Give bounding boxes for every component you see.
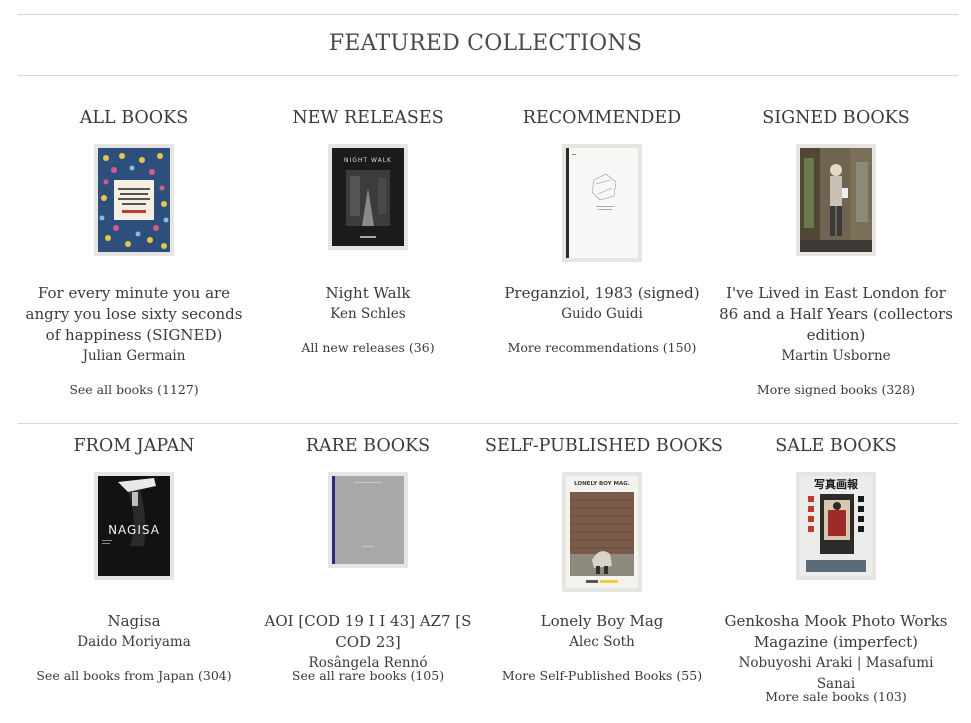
book-cover[interactable]: NIGHT WALK [328, 144, 408, 250]
book-title[interactable]: Lonely Boy Mag [541, 612, 664, 630]
svg-text:写真画報: 写真画報 [814, 477, 859, 491]
book-title-link[interactable]: Genkosha Mook Photo Works Magazine (impe… [719, 611, 953, 695]
collection-all-books: ALL BOOKS For every minute you are angry… [17, 106, 251, 406]
see-all-rare-books-link[interactable]: See all rare books (105) [251, 668, 485, 683]
book-title[interactable]: I've Lived in East London for 86 and a H… [719, 284, 953, 344]
collection-rare-books: RARE BOOKS AOI [COD 19 I I 43] AZ7 [S CO… [251, 434, 485, 723]
collection-sale-books: SALE BOOKS 写真画報 Genkosha Mook Photo Work… [719, 434, 953, 723]
book-cover[interactable] [796, 144, 876, 256]
book-title[interactable]: Night Walk [326, 284, 411, 302]
all-new-releases-link[interactable]: All new releases (36) [251, 340, 485, 355]
collection-self-published-books: SELF-PUBLISHED BOOKS LONELY BOY MAG. Lon… [485, 434, 723, 723]
book-author: Ken Schles [330, 306, 406, 322]
collection-from-japan: FROM JAPAN NAGISA Nagisa Daido Moriyama … [17, 434, 251, 723]
section-title: FEATURED COLLECTIONS [328, 31, 643, 56]
nagisa-book-cover-icon: NAGISA [98, 476, 170, 576]
collection-heading[interactable]: RARE BOOKS [251, 434, 485, 458]
see-all-books-from-japan-link[interactable]: See all books from Japan (304) [17, 668, 251, 683]
more-self-published-books-link[interactable]: More Self-Published Books (55) [485, 668, 719, 683]
book-author: Daido Moriyama [77, 634, 191, 650]
collection-heading[interactable]: SELF-PUBLISHED BOOKS [485, 434, 723, 458]
collection-recommended: RECOMMENDED Preganziol, 1983 (signed) Gu… [485, 106, 719, 406]
book-title-link[interactable]: Night Walk Ken Schles [251, 283, 485, 325]
collection-heading[interactable]: SIGNED BOOKS [719, 106, 953, 130]
book-author: Julian Germain [82, 348, 186, 364]
book-cover[interactable]: LONELY BOY MAG. [562, 472, 642, 592]
genkosha-magazine-cover-icon: 写真画報 [800, 476, 872, 576]
collection-signed-books: SIGNED BOOKS I've Lived in East London f… [719, 106, 953, 406]
book-title-link[interactable]: I've Lived in East London for 86 and a H… [719, 283, 953, 367]
grey-book-cover-icon [332, 476, 404, 564]
book-title-link[interactable]: Nagisa Daido Moriyama [17, 611, 251, 653]
book-title[interactable]: Nagisa [107, 612, 160, 630]
collection-heading[interactable]: ALL BOOKS [17, 106, 251, 130]
collection-heading[interactable]: NEW RELEASES [251, 106, 485, 130]
white-book-cover-icon [566, 148, 638, 258]
more-signed-books-link[interactable]: More signed books (328) [719, 382, 953, 397]
collection-heading[interactable]: FROM JAPAN [17, 434, 251, 458]
book-author: Martin Usborne [781, 348, 891, 364]
book-cover[interactable] [328, 472, 408, 568]
svg-text:LONELY BOY MAG.: LONELY BOY MAG. [574, 481, 630, 487]
collection-heading[interactable]: RECOMMENDED [485, 106, 719, 130]
collection-heading[interactable]: SALE BOOKS [719, 434, 953, 458]
book-title[interactable]: Preganziol, 1983 (signed) [504, 284, 699, 302]
book-title[interactable]: Genkosha Mook Photo Works Magazine (impe… [725, 612, 948, 651]
svg-text:NIGHT WALK: NIGHT WALK [344, 157, 392, 164]
see-all-books-link[interactable]: See all books (1127) [17, 382, 251, 397]
lonely-boy-mag-cover-icon: LONELY BOY MAG. [566, 476, 638, 588]
book-title-link[interactable]: AOI [COD 19 I I 43] AZ7 [S COD 23] Rosân… [251, 611, 485, 674]
book-cover[interactable]: 写真画報 [796, 472, 876, 580]
book-author: Alec Soth [569, 634, 635, 650]
book-title[interactable]: AOI [COD 19 I I 43] AZ7 [S COD 23] [265, 612, 472, 651]
book-cover[interactable] [562, 144, 642, 262]
svg-text:NAGISA: NAGISA [108, 523, 160, 537]
header-divider [18, 75, 958, 76]
collection-new-releases: NEW RELEASES NIGHT WALK Night Walk Ken S… [251, 106, 485, 406]
more-sale-books-link[interactable]: More sale books (103) [719, 689, 953, 704]
more-recommendations-link[interactable]: More recommendations (150) [485, 340, 719, 355]
street-portrait-book-cover-icon [800, 148, 872, 252]
book-title-link[interactable]: For every minute you are angry you lose … [17, 283, 251, 367]
top-divider [18, 14, 958, 15]
book-author: Guido Guidi [561, 306, 643, 322]
night-walk-book-cover-icon: NIGHT WALK [332, 148, 404, 246]
book-title-link[interactable]: Preganziol, 1983 (signed) Guido Guidi [485, 283, 719, 325]
book-cover[interactable]: NAGISA [94, 472, 174, 580]
book-cover[interactable] [94, 144, 174, 256]
row-divider [18, 423, 958, 424]
floral-pattern-book-cover-icon [98, 148, 170, 252]
book-title[interactable]: For every minute you are angry you lose … [26, 284, 243, 344]
book-title-link[interactable]: Lonely Boy Mag Alec Soth [485, 611, 719, 653]
